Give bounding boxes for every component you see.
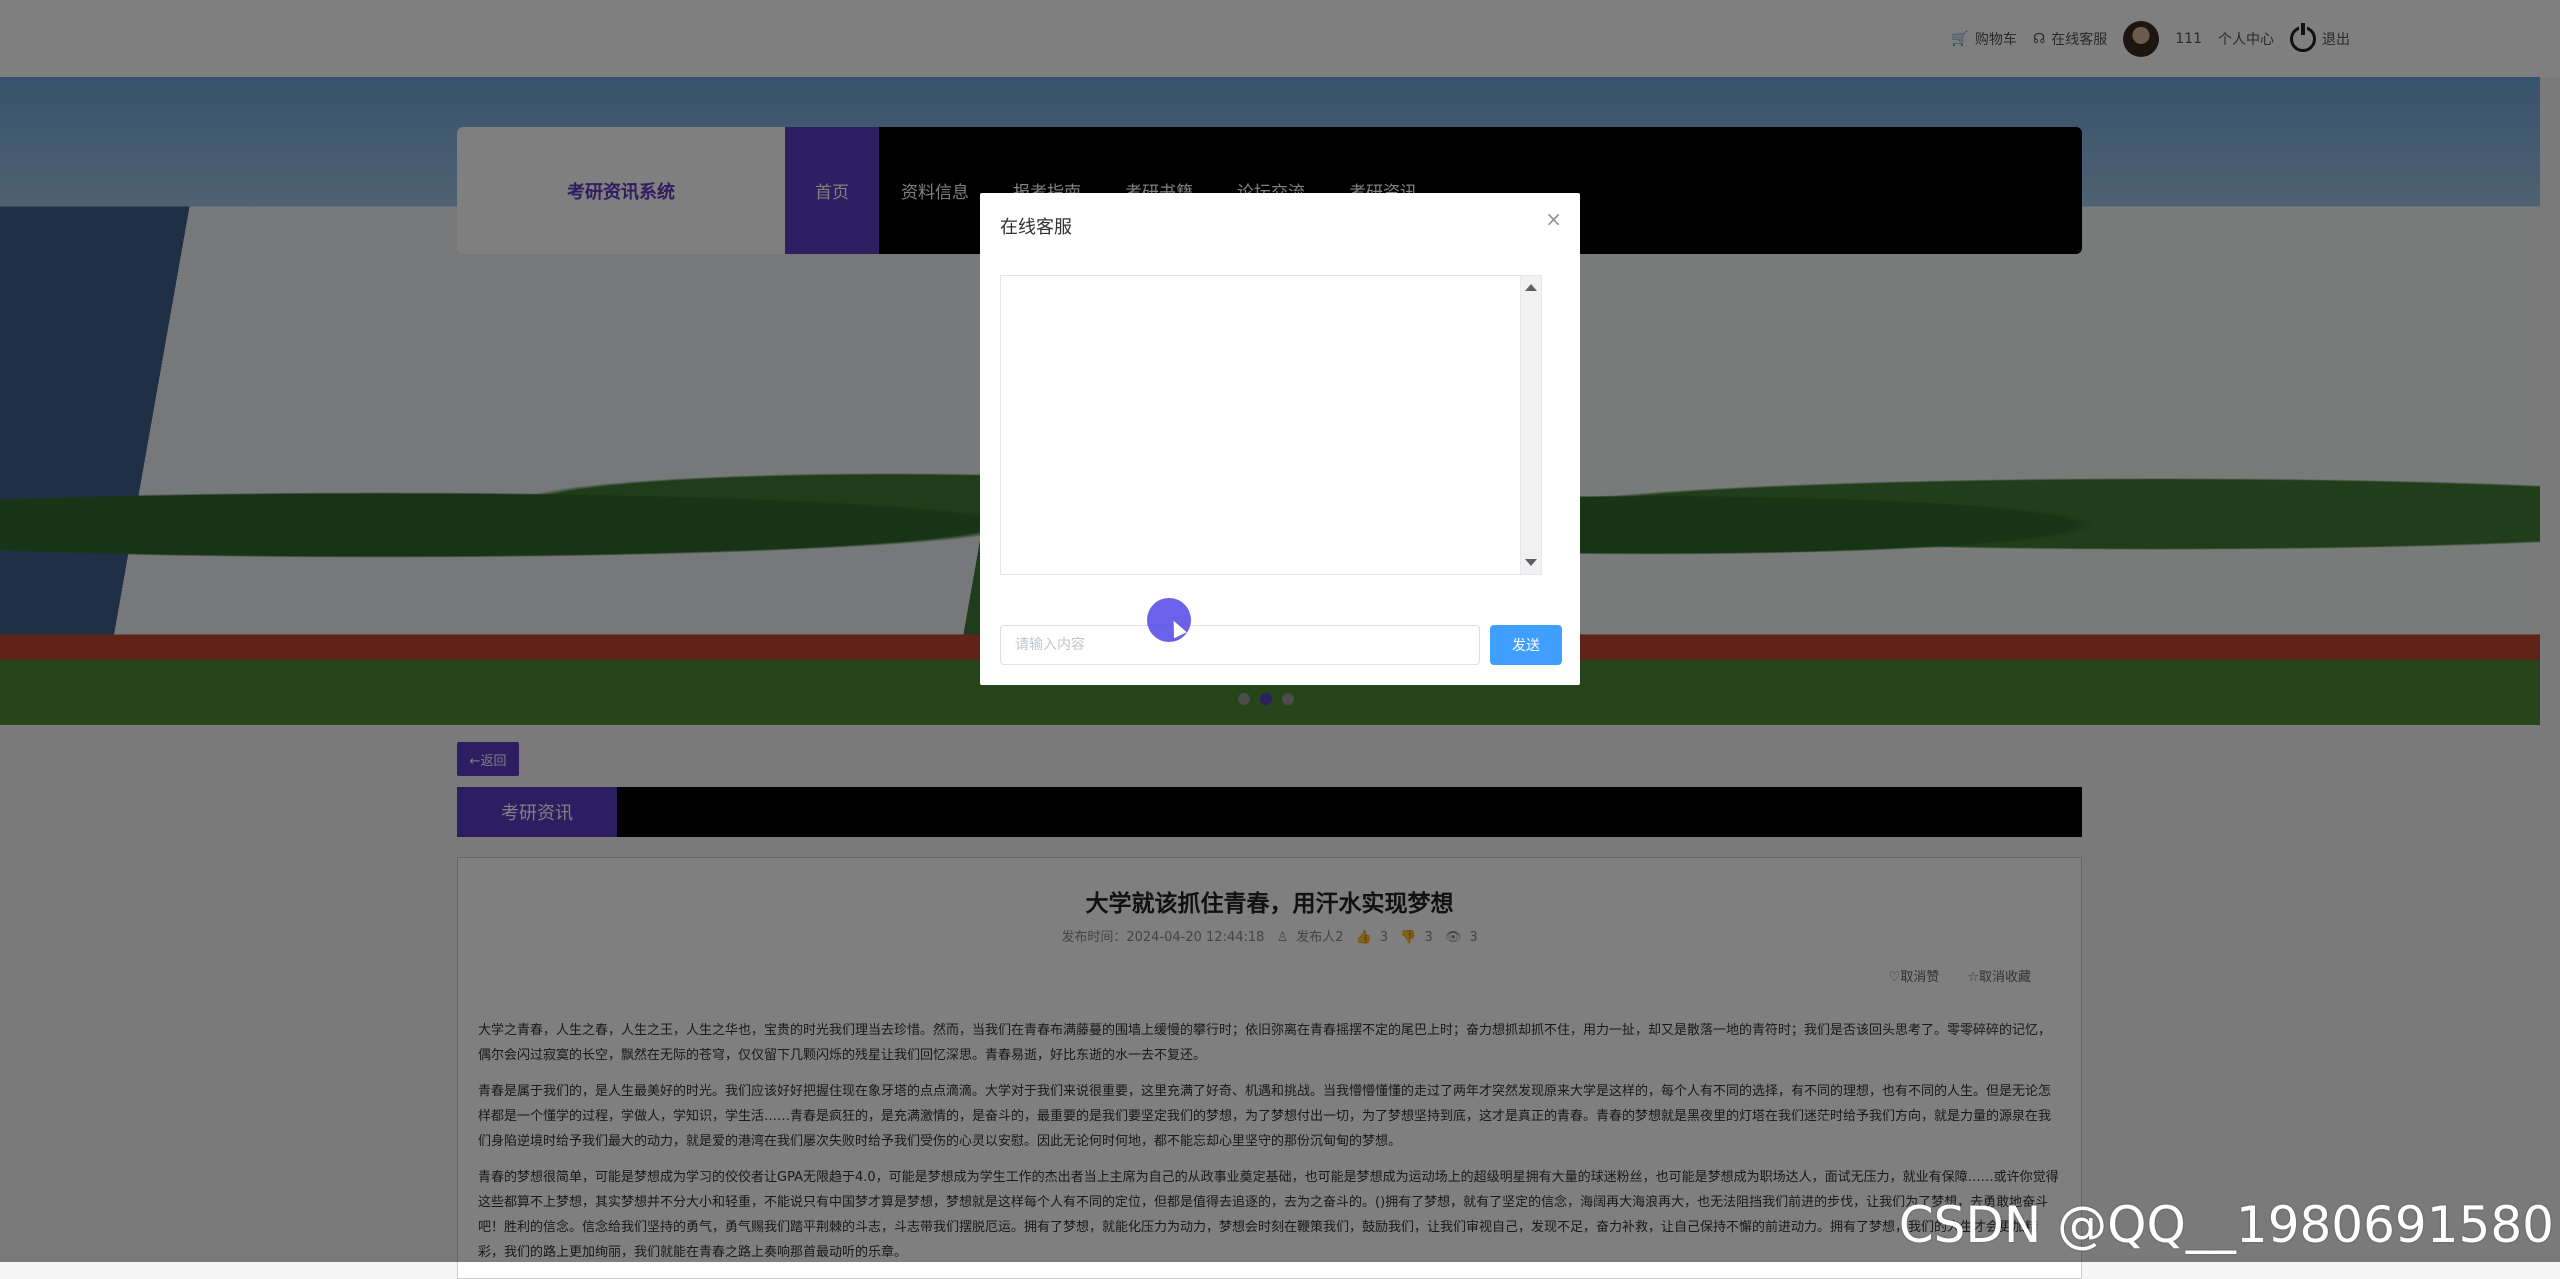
watermark: CSDN @QQ__1980691580	[1898, 1196, 2554, 1254]
cursor-highlight	[1147, 598, 1191, 642]
message-input[interactable]	[1000, 625, 1480, 665]
send-button[interactable]: 发送	[1490, 625, 1562, 665]
scroll-up-icon[interactable]	[1525, 284, 1537, 291]
scroll-down-icon[interactable]	[1525, 559, 1537, 566]
support-dialog: 在线客服 × 发送	[980, 193, 1580, 685]
close-icon[interactable]: ×	[1545, 207, 1562, 231]
dialog-title: 在线客服	[1000, 217, 1072, 238]
chat-history[interactable]	[1000, 275, 1542, 575]
chat-scrollbar[interactable]	[1520, 276, 1541, 574]
